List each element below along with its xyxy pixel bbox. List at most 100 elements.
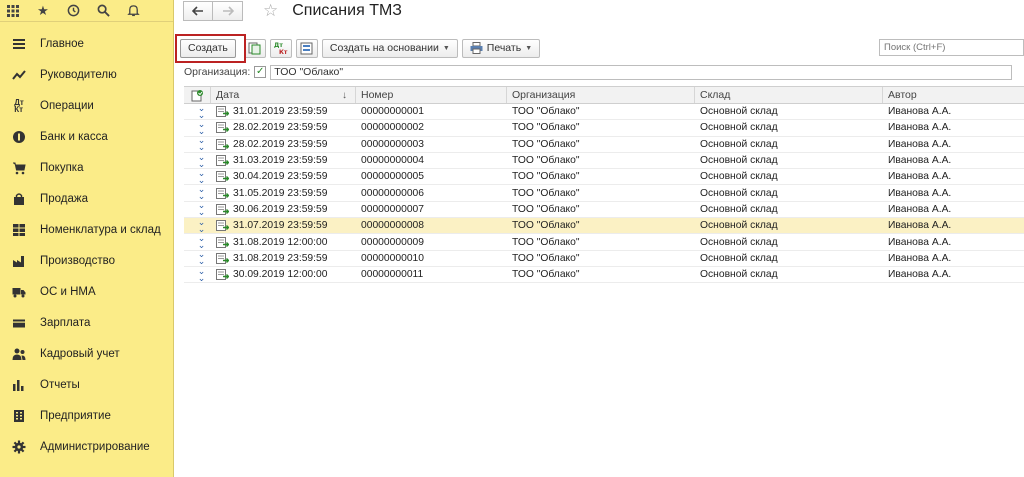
sidebar-item-reports[interactable]: Отчеты [0,369,173,400]
posted-chevrons-icon: ⌄ ⌄ [197,152,206,169]
row-organization: ТОО "Облако" [512,187,580,199]
sidebar-item-inventory[interactable]: Номенклатура и склад [0,214,173,245]
svg-text:Кт: Кт [279,49,288,55]
sidebar-item-enterprise[interactable]: Предприятие [0,400,173,431]
sidebar-item-label: Продажа [40,192,88,205]
row-date: 31.08.2019 12:00:00 [233,236,328,248]
posted-chevrons-icon: ⌄ ⌄ [197,104,206,120]
sidebar-item-label: Операции [40,99,94,112]
sidebar-item-bank[interactable]: Банк и касса [0,121,173,152]
bell-icon[interactable] [126,4,140,18]
table-row[interactable]: ⌄ ⌄ 30.04.2019 23:59:59 00000000005 ТОО "Обл… [184,169,1024,186]
table-row[interactable]: ⌄ ⌄ 31.01.2019 23:59:59 00000000001 ТОО "Обл… [184,104,1024,121]
bag-icon [11,192,27,206]
table-row[interactable]: ⌄ ⌄ 31.05.2019 23:59:59 00000000006 ТОО "Обл… [184,185,1024,202]
posted-document-icon [216,203,229,215]
posted-chevrons-icon: ⌄ ⌄ [197,266,206,283]
posted-document-icon [216,106,229,118]
row-organization: ТОО "Облако" [512,203,580,215]
search-input[interactable] [879,39,1024,56]
row-number: 00000000008 [361,220,424,232]
header-organization[interactable]: Организация [507,87,695,103]
sidebar-item-purchase[interactable]: Покупка [0,152,173,183]
row-number: 00000000007 [361,203,424,215]
sidebar-item-label: Предприятие [40,409,111,422]
sidebar-item-hr[interactable]: Кадровый учет [0,338,173,369]
table-row[interactable]: ⌄ ⌄ 30.06.2019 23:59:59 00000000007 ТОО "Обл… [184,202,1024,219]
structure-button[interactable] [295,38,318,58]
table-row[interactable]: ⌄ ⌄ 31.07.2019 23:59:59 00000000008 ТОО "Обл… [184,218,1024,235]
row-status-cell: ⌄ ⌄ [184,120,211,135]
organization-filter-checkbox[interactable]: ✓ [254,66,267,78]
posted-document-icon [216,236,229,248]
organization-filter-field[interactable]: ТОО "Облако" [270,64,1013,80]
sidebar-item-operations[interactable]: Дт Кт Операции [0,90,173,121]
sidebar-item-label: Администрирование [40,440,150,453]
search-icon[interactable] [96,4,110,18]
create-based-on-button[interactable]: Создать на основании ▼ [321,38,458,58]
row-author: Иванова А.А. [888,106,952,118]
sidebar-item-fixed-assets[interactable]: ОС и НМА [0,276,173,307]
sidebar-item-production[interactable]: Производство [0,245,173,276]
row-warehouse: Основной склад [700,203,778,215]
row-organization: ТОО "Облако" [512,171,580,183]
sort-down-icon: ↓ [342,89,347,101]
table-row[interactable]: ⌄ ⌄ 31.03.2019 23:59:59 00000000004 ТОО "Обл… [184,152,1024,170]
table-row[interactable]: ⌄ ⌄ 30.09.2019 12:00:00 00000000011 ТОО "Обл… [184,266,1024,284]
row-organization: ТОО "Облако" [512,106,580,118]
printer-icon [470,42,483,54]
apps-grid-icon[interactable] [6,4,20,18]
back-button[interactable] [183,1,213,21]
favorite-star-icon[interactable]: ☆ [263,1,278,21]
table-row[interactable]: ⌄ ⌄ 31.08.2019 12:00:00 00000000009 ТОО "Обл… [184,234,1024,251]
row-author: Иванова А.А. [888,252,952,264]
chevron-down-icon: ▼ [442,44,450,52]
create-button[interactable]: Создать [180,38,236,58]
row-warehouse: Основной склад [700,252,778,264]
create-button-wrapper: Создать [175,33,246,63]
row-author: Иванова А.А. [888,220,952,232]
header-date[interactable]: Дата ↓ [211,87,356,103]
header-status-column[interactable] [184,87,211,103]
posted-chevrons-icon: ⌄ ⌄ [197,120,206,136]
sidebar-item-manager[interactable]: Руководителю [0,59,173,90]
menu-icon [11,37,27,51]
table-row[interactable]: ⌄ ⌄ 31.08.2019 23:59:59 00000000010 ТОО "Обл… [184,251,1024,267]
star-icon[interactable]: ★ [36,3,50,18]
copy-document-button[interactable] [243,38,266,58]
row-number: 00000000001 [361,106,424,118]
table-header: Дата ↓ Номер Организация Склад Автор [184,86,1024,104]
row-date: 30.04.2019 23:59:59 [233,171,328,183]
history-icon[interactable] [66,4,80,18]
sidebar-item-label: Покупка [40,161,84,174]
row-date: 31.05.2019 23:59:59 [233,187,328,199]
row-warehouse: Основной склад [700,155,778,167]
row-warehouse: Основной склад [700,220,778,232]
sidebar-item-sales[interactable]: Продажа [0,183,173,214]
table-row[interactable]: ⌄ ⌄ 28.02.2019 23:59:59 00000000002 ТОО "Обл… [184,120,1024,137]
row-status-cell: ⌄ ⌄ [184,104,211,119]
posted-chevrons-icon: ⌄ ⌄ [197,250,206,266]
row-author: Иванова А.А. [888,155,952,167]
header-author[interactable]: Автор [883,87,1024,103]
table-body: ⌄ ⌄ 31.01.2019 23:59:59 00000000001 ТОО "Обл… [184,104,1024,284]
postings-button[interactable]: Дт Кт [269,38,292,58]
svg-text:Дт: Дт [274,42,283,49]
posted-chevrons-icon: ⌄ ⌄ [197,234,206,250]
page-title: Списания ТМЗ [292,2,402,19]
row-date-cell: 30.04.2019 23:59:59 [211,169,356,184]
sidebar-item-admin[interactable]: Администрирование [0,431,173,462]
print-button[interactable]: Печать ▼ [461,38,541,58]
posted-document-icon [216,171,229,183]
table-row[interactable]: ⌄ ⌄ 28.02.2019 23:59:59 00000000003 ТОО "Обл… [184,137,1024,153]
row-author: Иванова А.А. [888,171,952,183]
sidebar-item-main[interactable]: Главное [0,28,173,59]
header-warehouse[interactable]: Склад [695,87,883,103]
posted-chevrons-icon: ⌄ ⌄ [197,218,206,234]
row-date: 31.01.2019 23:59:59 [233,106,328,118]
gear-icon [11,440,27,454]
row-warehouse: Основной склад [700,138,778,150]
forward-button[interactable] [213,1,243,21]
header-number[interactable]: Номер [356,87,507,103]
sidebar-item-salary[interactable]: Зарплата [0,307,173,338]
